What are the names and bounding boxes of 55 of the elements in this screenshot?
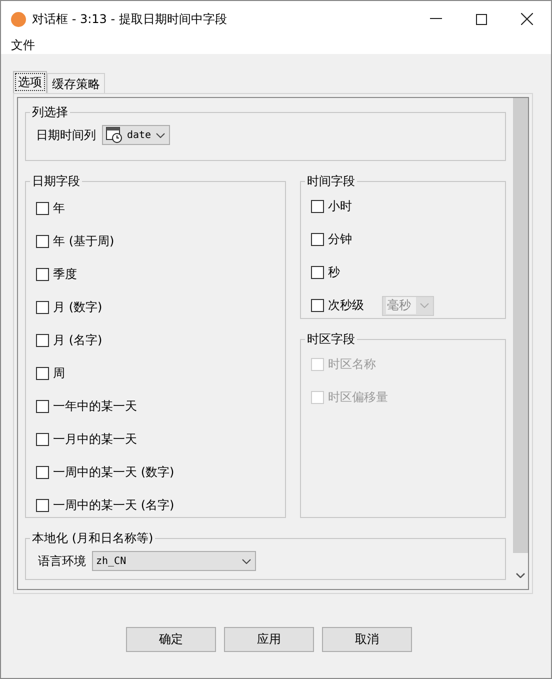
close-icon[interactable] xyxy=(521,13,533,25)
checkbox[interactable] xyxy=(36,433,49,446)
checkbox[interactable] xyxy=(36,499,49,512)
checkbox[interactable] xyxy=(311,200,324,213)
group-title: 本地化 (月和日名称等) xyxy=(31,530,154,547)
tab[interactable]: 选项 xyxy=(13,71,47,93)
checkbox-label: 时区偏移量 xyxy=(328,389,388,406)
dialog-button[interactable]: 取消 xyxy=(322,627,412,652)
checkbox[interactable] xyxy=(36,301,49,314)
checkbox-label: 一周中的某一天 (数字) xyxy=(53,464,174,481)
dialog-button[interactable]: 确定 xyxy=(126,627,216,652)
scroll-down-icon[interactable] xyxy=(516,573,524,578)
checkbox[interactable] xyxy=(36,334,49,347)
caret-icon xyxy=(156,132,165,138)
checkbox-label: 一年中的某一天 xyxy=(53,398,137,415)
checkbox-label: 周 xyxy=(53,365,65,382)
checkbox-label: 月 (数字) xyxy=(53,299,102,316)
window-title: 对话框 - 3:13 - 提取日期时间中字段 xyxy=(32,10,228,28)
dialog-button[interactable]: 应用 xyxy=(224,627,314,652)
checkbox[interactable] xyxy=(36,400,49,413)
checkbox-label: 秒 xyxy=(328,264,340,281)
caret-icon xyxy=(420,303,429,308)
checkbox[interactable] xyxy=(311,266,324,279)
group-title: 日期字段 xyxy=(31,173,81,190)
caret-icon xyxy=(242,558,251,564)
menu-item[interactable]: 文件 xyxy=(11,37,35,54)
checkbox[interactable] xyxy=(36,235,49,248)
locale-dropdown[interactable]: zh_CN xyxy=(92,551,256,571)
column-dropdown[interactable]: date xyxy=(102,125,170,145)
checkbox-label: 次秒级 xyxy=(328,297,364,314)
group-title: 时区字段 xyxy=(306,331,356,348)
checkbox[interactable] xyxy=(311,233,324,246)
checkbox-label: 一周中的某一天 (名字) xyxy=(53,497,174,514)
minimize-icon[interactable] xyxy=(430,18,442,20)
checkbox-label: 一月中的某一天 xyxy=(53,431,137,448)
checkbox-label: 分钟 xyxy=(328,231,352,248)
field-label: 日期时间列 xyxy=(36,126,96,144)
checkbox[interactable] xyxy=(311,299,324,312)
checkbox-label: 年 (基于周) xyxy=(53,233,114,250)
group-title: 列选择 xyxy=(31,104,69,121)
checkbox-label: 时区名称 xyxy=(328,356,376,373)
checkbox-label: 季度 xyxy=(53,266,77,283)
checkbox-label: 小时 xyxy=(328,198,352,215)
checkbox-label: 年 xyxy=(53,200,65,217)
calendar-clock-icon xyxy=(106,127,123,143)
app-logo-icon xyxy=(11,12,26,26)
tab[interactable]: 缓存策略 xyxy=(47,73,105,93)
checkbox[interactable] xyxy=(36,466,49,479)
checkbox[interactable] xyxy=(36,268,49,281)
field-label: 语言环境 xyxy=(38,552,86,570)
checkbox-label: 月 (名字) xyxy=(53,332,102,349)
maximize-icon[interactable] xyxy=(476,14,487,24)
checkbox[interactable] xyxy=(36,202,49,215)
checkbox[interactable] xyxy=(36,367,49,380)
group-title: 时间字段 xyxy=(306,173,356,190)
